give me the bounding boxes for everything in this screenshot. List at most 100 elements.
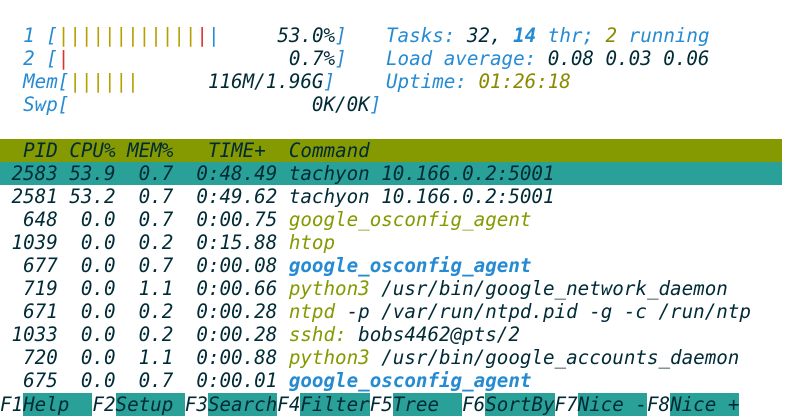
mem-cell: 0.7 [115,162,174,185]
process-row[interactable]: 671 0.0 0.2 0:00.28 ntpd -p /var/run/ntp… [0,300,751,323]
pid-cell: 677 [0,254,58,277]
command-args: bobs4462@pts/2 [346,323,520,346]
process-row[interactable]: 2581 53.2 0.7 0:49.62 tachyon 10.166.0.2… [0,185,555,208]
header-pid[interactable]: PID [0,139,58,162]
mem-value: 116M/1.96G [207,70,324,93]
time-cell: 0:00.88 [173,346,289,369]
mem-cell: 0.7 [115,185,174,208]
mem-cell: 0.7 [115,254,174,277]
uptime-stat: Uptime: 01:26:18 [386,70,571,93]
command-cell: htop [288,231,336,254]
fkey-f8[interactable]: F8 [647,393,670,416]
command-cell: google_osconfig_agent [288,369,532,392]
fkey-f4[interactable]: F4 [277,393,300,416]
process-row[interactable]: 675 0.0 0.7 0:00.01 google_osconfig_agen… [0,369,531,392]
command-args: 10.166.0.2:5001 [369,185,555,208]
command-cell: tachyon [288,162,370,185]
load-stat: Load average: 0.08 0.03 0.06 [386,47,709,70]
tasks-label: Tasks: [386,24,456,47]
header-row[interactable]: PID CPU% MEM% TIME+ Command [0,139,370,162]
fkey-f1[interactable]: F1 [0,393,23,416]
command-cell: google_osconfig_agent [288,208,532,231]
fkey-label-f5[interactable]: Tree [392,393,463,416]
mem-cell: 0.2 [115,300,174,323]
running-count: 2 [605,24,618,47]
command-args: -p /var/run/ntpd.pid -g -c /run/ntp [335,300,751,323]
process-row[interactable]: 677 0.0 0.7 0:00.08 google_osconfig_agen… [0,254,531,277]
threads-label: thr; [547,24,594,47]
pid-cell: 648 [0,208,58,231]
load-label: Load average: [386,47,537,70]
cpu1-label: 1 [23,24,35,47]
time-cell: 0:00.01 [173,369,289,392]
time-cell: 0:00.28 [173,300,289,323]
mem-cell: 0.2 [115,231,174,254]
cpu1-meter: 1 [|||||||||||||| 53.0%] [23,24,347,47]
header-command[interactable]: Command [289,139,370,162]
fkey-label-f8[interactable]: Nice + [670,393,740,416]
command-cell: python3 [288,346,370,369]
cpu1-value: 53.0% [277,24,336,47]
process-row[interactable]: 648 0.0 0.7 0:00.75 google_osconfig_agen… [0,208,531,231]
cpu-cell: 0.0 [57,369,116,392]
cpu-cell: 0.0 [57,208,116,231]
pid-cell: 2581 [0,185,58,208]
command-cell: sshd: [288,323,347,346]
process-row[interactable]: 1039 0.0 0.2 0:15.88 htop [0,231,336,254]
fkey-label-f3[interactable]: Search [207,393,278,416]
cpu2-bar-red: | [57,47,70,70]
process-row[interactable]: 720 0.0 1.1 0:00.88 python3 /usr/bin/goo… [0,346,739,369]
pid-cell: 719 [0,277,58,300]
fkey-f5[interactable]: F5 [370,393,393,416]
mem-label: Mem [23,70,58,93]
time-cell: 0:00.08 [173,254,289,277]
time-cell: 0:15.88 [173,231,289,254]
time-cell: 0:49.62 [173,185,289,208]
fkey-label-f7[interactable]: Nice - [577,393,647,416]
pid-cell: 2583 [0,162,58,185]
pid-cell: 720 [0,346,58,369]
load-values: 0.08 0.03 0.06 [547,47,710,70]
process-row[interactable]: 2583 53.9 0.7 0:48.49 tachyon 10.166.0.2… [0,162,555,185]
fkey-label-f6[interactable]: SortBy [485,393,555,416]
cpu1-bar-green: |||||||||||| [57,24,197,47]
uptime-value: 01:26:18 [478,70,571,93]
command-args: /usr/bin/google_network_daemon [369,277,728,300]
cpu-cell: 53.2 [57,185,116,208]
process-row[interactable]: 1033 0.0 0.2 0:00.28 sshd: bobs4462@pts/… [0,323,520,346]
cpu-cell: 0.0 [57,254,116,277]
process-row[interactable]: 719 0.0 1.1 0:00.66 python3 /usr/bin/goo… [0,277,728,300]
cpu-cell: 0.0 [57,300,116,323]
mem-meter: Mem[|||||| 116M/1.96G] [23,70,336,93]
header-cpu[interactable]: CPU% [69,139,115,162]
fkey-f7[interactable]: F7 [555,393,578,416]
header-mem[interactable]: MEM% [127,139,173,162]
threads-count: 14 [513,24,537,47]
swp-label: Swp [23,93,58,116]
time-cell: 0:48.49 [173,162,289,185]
tasks-stat: Tasks: 32, 14 thr; 2 running [386,24,710,47]
cpu-cell: 0.0 [57,346,116,369]
cpu-cell: 0.0 [57,231,116,254]
mem-cell: 1.1 [115,277,174,300]
cpu2-meter: 2 [| 0.7%] [23,47,347,70]
fkey-label-f4[interactable]: Filter [300,393,370,416]
mem-cell: 1.1 [115,346,174,369]
fkey-label-f2[interactable]: Setup [115,393,185,416]
pid-cell: 671 [0,300,58,323]
fkey-f2[interactable]: F2 [92,393,115,416]
command-cell: google_osconfig_agent [288,254,532,277]
command-args: 10.166.0.2:5001 [369,162,555,185]
header-time[interactable]: TIME+ [196,139,266,162]
time-cell: 0:00.28 [173,323,289,346]
pid-cell: 1039 [0,231,58,254]
command-args: /usr/bin/google_accounts_daemon [369,346,740,369]
running-label: running [628,24,710,47]
fkey-f6[interactable]: F6 [462,393,485,416]
cpu1-bar-blue: | [207,24,220,47]
fkey-f3[interactable]: F3 [185,393,208,416]
fkey-label-f1[interactable]: Help [23,393,93,416]
time-cell: 0:00.75 [173,208,289,231]
uptime-label: Uptime: [386,70,467,93]
swp-value: 0K/0K [311,93,370,116]
